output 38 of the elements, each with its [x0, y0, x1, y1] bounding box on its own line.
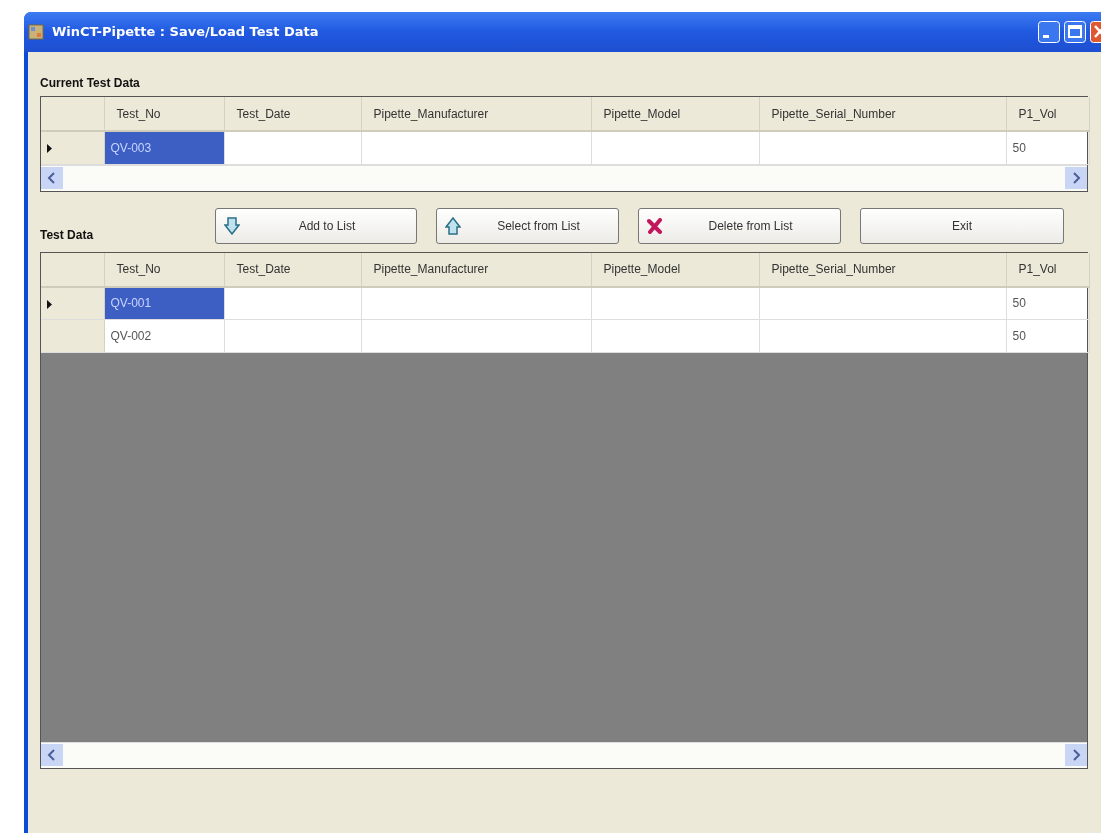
column-header[interactable]: Pipette_Model	[591, 97, 759, 131]
scroll-right-icon[interactable]	[1065, 744, 1087, 766]
down-arrow-icon	[224, 216, 240, 235]
table-cell[interactable]: QV-001	[104, 286, 224, 320]
column-header[interactable]: Test_No	[104, 252, 224, 287]
up-arrow-icon	[445, 216, 461, 235]
minimize-button[interactable]	[1038, 21, 1060, 43]
maximize-button[interactable]	[1064, 21, 1086, 43]
section-title: Current Test Data	[40, 75, 140, 92]
column-header[interactable]: Test_Date	[224, 252, 361, 287]
table-cell[interactable]: QV-002	[104, 319, 224, 353]
column-header[interactable]: Test_No	[104, 97, 224, 131]
table-cell[interactable]: 50	[1006, 131, 1089, 164]
window-title: WinCT-Pipette : Save/Load Test Data	[52, 23, 319, 42]
action-button[interactable]: Delete from List	[638, 207, 841, 244]
section-title: Test Data	[40, 227, 94, 242]
scroll-left-icon[interactable]	[41, 744, 63, 766]
column-header[interactable]: P1_Vol	[1006, 97, 1089, 131]
delete-x-icon	[647, 217, 663, 234]
column-header[interactable]: P1_Vol	[1006, 252, 1089, 287]
table-cell[interactable]: QV-003	[104, 131, 224, 164]
data-grid[interactable]: Test_No Test_Date Pipette_Manufacturer Pipette_Model Pipette_Serial_Number P1_Vol QV-003 50	[40, 96, 1088, 192]
action-button[interactable]: Exit	[860, 207, 1064, 244]
action-button[interactable]: Add to List	[215, 207, 417, 244]
data-grid[interactable]: Test_No Test_Date Pipette_Manufacturer Pipette_Model Pipette_Serial_Number P1_Vol QV-001 50 QV-002 50	[40, 251, 1088, 769]
scroll-right-icon[interactable]	[1065, 167, 1087, 189]
column-header[interactable]: Pipette_Serial_Number	[759, 97, 1006, 131]
column-header[interactable]: Pipette_Model	[591, 252, 759, 287]
app-icon	[28, 24, 44, 40]
column-header[interactable]: Test_Date	[224, 97, 361, 131]
table-cell[interactable]: 50	[1006, 319, 1089, 353]
action-button[interactable]: Select from List	[436, 207, 619, 244]
column-header[interactable]: Pipette_Serial_Number	[759, 252, 1006, 287]
column-header[interactable]: Pipette_Manufacturer	[361, 252, 591, 287]
table-cell[interactable]: 50	[1006, 286, 1089, 320]
column-header[interactable]: Pipette_Manufacturer	[361, 97, 591, 131]
close-button[interactable]	[1090, 21, 1101, 43]
scroll-left-icon[interactable]	[41, 167, 63, 189]
